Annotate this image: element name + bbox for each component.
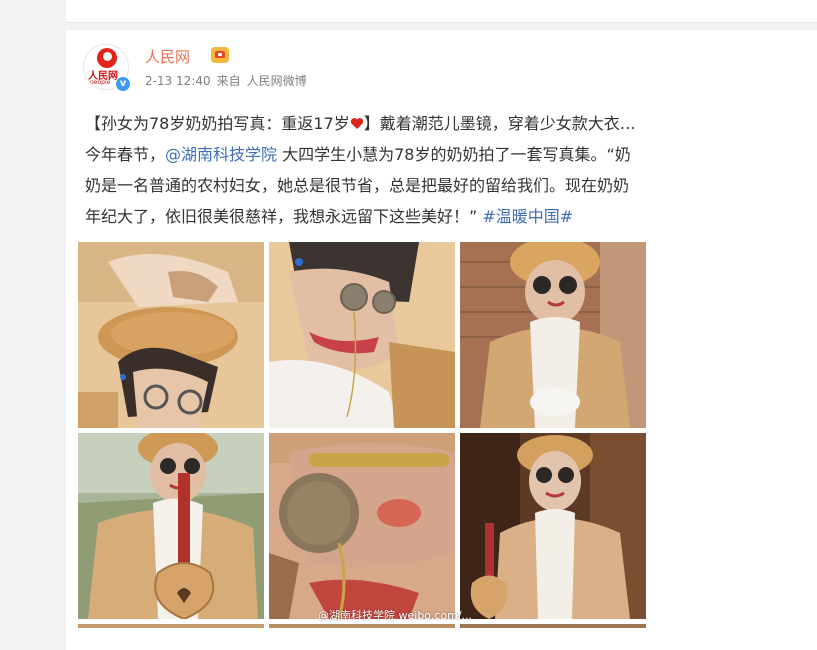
source-prefix: 来自 (216, 74, 241, 88)
photo-row3-2[interactable] (269, 624, 455, 628)
post-text-line: 年纪大了，依旧很美很慈祥，我想永远留下这些美好！” #温暖中国# (85, 201, 805, 232)
photo-extreme-closeup-glasses[interactable] (269, 433, 455, 619)
heart-icon (350, 109, 364, 129)
photo-row3-3[interactable] (460, 624, 646, 628)
photo-ukulele-doorway[interactable] (460, 433, 646, 619)
people-logo-icon (97, 48, 117, 68)
photo-row3-1[interactable] (78, 624, 264, 628)
photo-brick-wall-coat[interactable] (460, 242, 646, 428)
post-source[interactable]: 人民网微博 (247, 74, 307, 88)
previous-post-card (66, 0, 817, 23)
photo-closeup-sunglasses[interactable] (269, 242, 455, 428)
mention-link[interactable]: @湖南科技学院 (165, 145, 277, 164)
hashtag-link[interactable]: #温暖中国# (482, 207, 573, 226)
post-text-line: 今年春节，@湖南科技学院 大四学生小慧为78岁的奶奶拍了一套写真集。“奶 (85, 139, 805, 170)
post-text-line: 奶是一名普通的农村妇女，她总是很节省，总是把最好的留给我们。现在奶奶 (85, 170, 805, 201)
member-crown-icon[interactable] (211, 47, 229, 63)
post-text-segment: 奶是一名普通的农村妇女，她总是很节省，总是把最好的留给我们。现在奶奶 (85, 176, 630, 195)
post-text-segment: 今年春节， (85, 145, 166, 164)
avatar-logo-subtext: people (90, 79, 111, 86)
post-text: 【孙女为78岁奶奶拍写真：重返17岁 】戴着潮范儿墨镜，穿着少女款大衣… 今年春节，… (85, 108, 805, 232)
post-text-segment: 年纪大了，依旧很美很慈祥，我想永远留下这些美好！” (85, 207, 478, 226)
post-text-line: 【孙女为78岁奶奶拍写真：重返17岁 】戴着潮范儿墨镜，穿着少女款大衣… (85, 108, 805, 139)
post-text-segment: 大四学生小慧为78岁的奶奶拍了一套写真集。“奶 (277, 145, 631, 164)
post-text-segment: 【孙女为78岁奶奶拍写真：重返17岁 (85, 114, 350, 133)
verified-badge-icon: v (115, 76, 131, 92)
photo-hands-beret[interactable] (78, 242, 264, 428)
photo-ukulele-outdoor[interactable] (78, 433, 264, 619)
photo-grid (78, 242, 648, 628)
post-time[interactable]: 2-13 12:40 (145, 74, 211, 88)
post-meta: 2-13 12:40 来自 人民网微博 (145, 72, 307, 89)
author-name[interactable]: 人民网 (145, 46, 190, 67)
post-text-segment: 】戴着潮范儿墨镜，穿着少女款大衣… (363, 114, 636, 133)
photo-watermark: @湖南科技学院 weibo.com/... (318, 609, 473, 622)
